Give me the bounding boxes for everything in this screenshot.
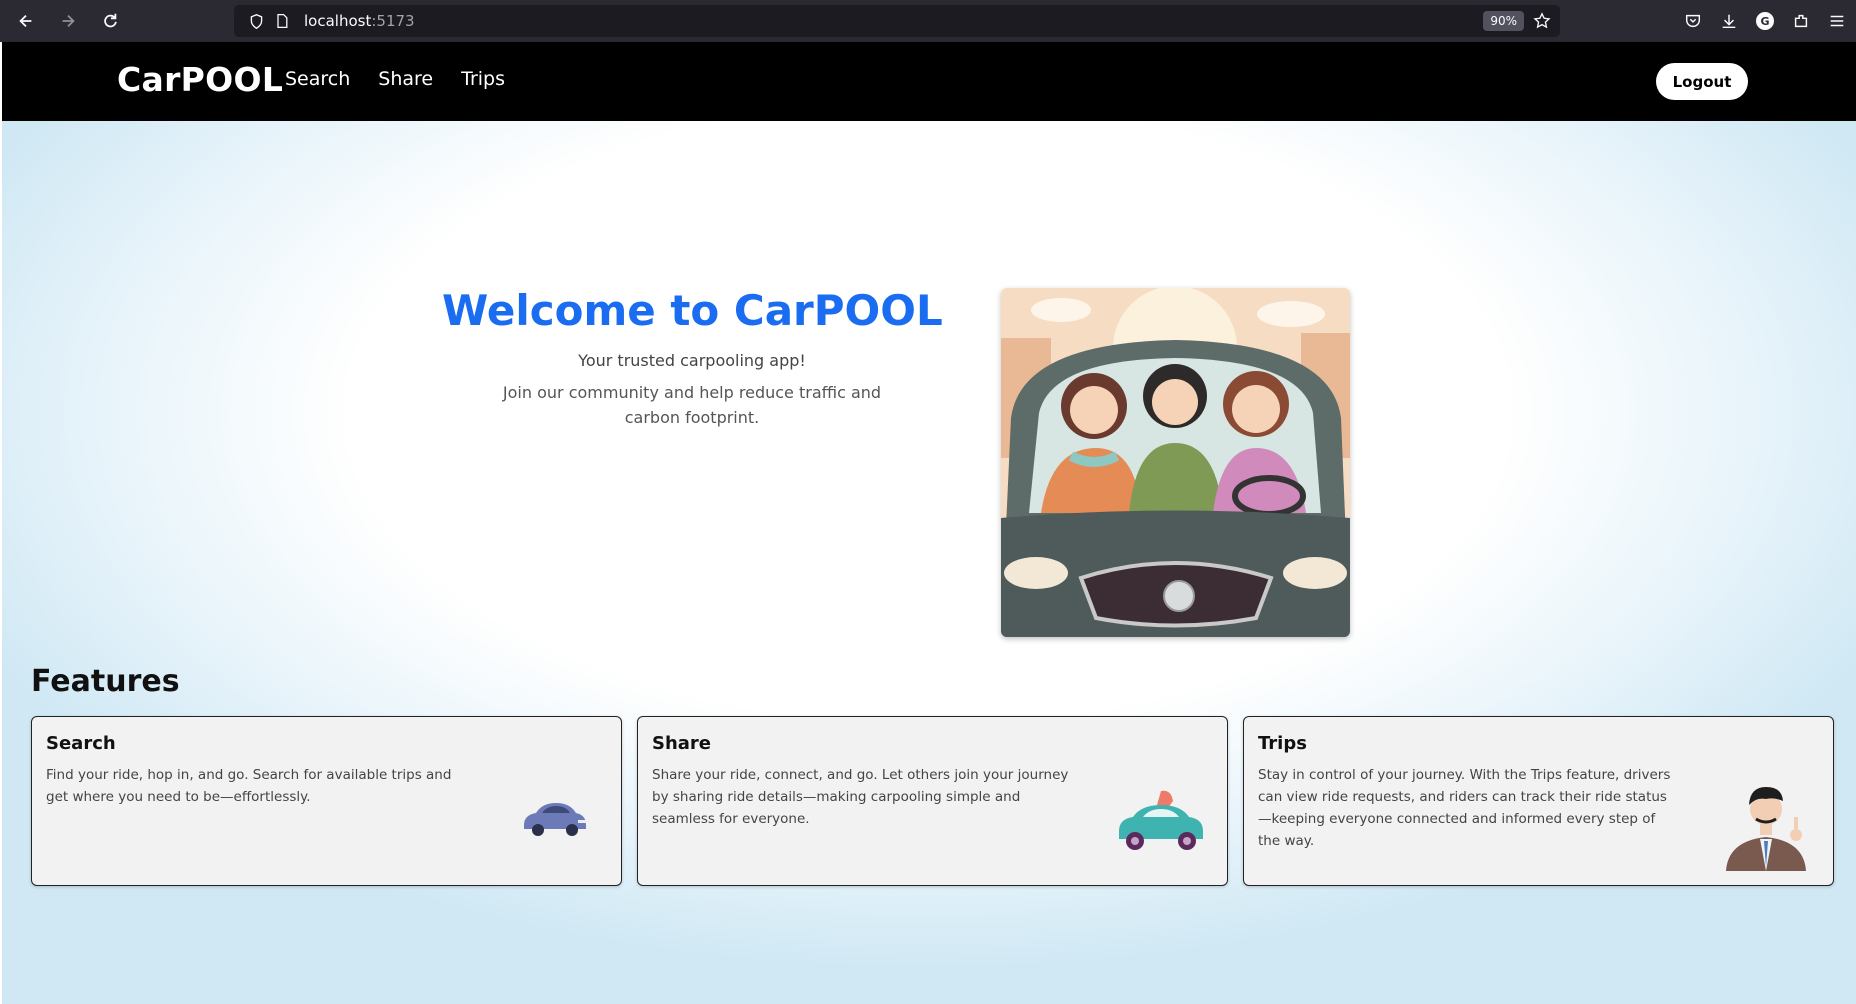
feature-card-share[interactable]: Share Share your ride, connect, and go. … — [637, 716, 1228, 886]
menu-icon[interactable] — [1826, 10, 1848, 32]
app-navbar: CarPOOL Search Share Trips Logout — [2, 42, 1856, 121]
hero-illustration — [1001, 288, 1350, 637]
brand-logo[interactable]: CarPOOL — [117, 60, 283, 99]
address-bar[interactable]: localhost:5173 90% — [234, 5, 1560, 37]
extensions-icon[interactable] — [1790, 10, 1812, 32]
back-button[interactable] — [8, 3, 44, 39]
feature-description: Find your ride, hop in, and go. Search f… — [46, 767, 452, 805]
bookmark-star-icon[interactable] — [1532, 11, 1552, 31]
main-content: Welcome to CarPOOL Your trusted carpooli… — [2, 121, 1856, 1004]
page-icon[interactable] — [274, 12, 292, 30]
feature-description: Share your ride, connect, and go. Let ot… — [652, 767, 1069, 827]
back-arrow-icon — [19, 14, 32, 28]
nav-link-search[interactable]: Search — [285, 68, 350, 90]
feature-card-search[interactable]: Search Find your ride, hop in, and go. S… — [31, 716, 622, 886]
profile-avatar[interactable]: G — [1754, 10, 1776, 32]
businessman-icon — [1716, 771, 1816, 875]
logout-button[interactable]: Logout — [1656, 63, 1748, 100]
forward-arrow-icon — [62, 14, 75, 28]
hero-text: Welcome to CarPOOL Your trusted carpooli… — [442, 286, 943, 430]
feature-title: Search — [46, 733, 116, 754]
hero-subtitle: Your trusted carpooling app! — [578, 351, 806, 370]
feature-title: Trips — [1258, 733, 1307, 754]
pocket-icon[interactable] — [1682, 10, 1704, 32]
feature-description: Stay in control of your journey. With th… — [1258, 767, 1671, 849]
feature-title: Share — [652, 733, 712, 754]
shield-icon[interactable] — [248, 12, 266, 30]
feature-card-trips[interactable]: Trips Stay in control of your journey. W… — [1243, 716, 1834, 886]
features-heading: Features — [31, 664, 180, 699]
reload-button[interactable] — [92, 3, 128, 39]
share-car-icon — [1113, 787, 1209, 857]
car-icon — [520, 797, 590, 843]
nav-link-share[interactable]: Share — [378, 68, 433, 90]
url-text: localhost:5173 — [304, 12, 415, 30]
zoom-badge[interactable]: 90% — [1483, 11, 1524, 31]
forward-button[interactable] — [50, 3, 86, 39]
nav-link-trips[interactable]: Trips — [461, 68, 505, 90]
browser-toolbar: localhost:5173 90% G — [0, 0, 1856, 42]
hero-description: Join our community and help reduce traff… — [502, 383, 882, 427]
reload-icon — [104, 13, 117, 28]
download-icon[interactable] — [1718, 10, 1740, 32]
hero-title: Welcome to CarPOOL — [442, 286, 943, 335]
